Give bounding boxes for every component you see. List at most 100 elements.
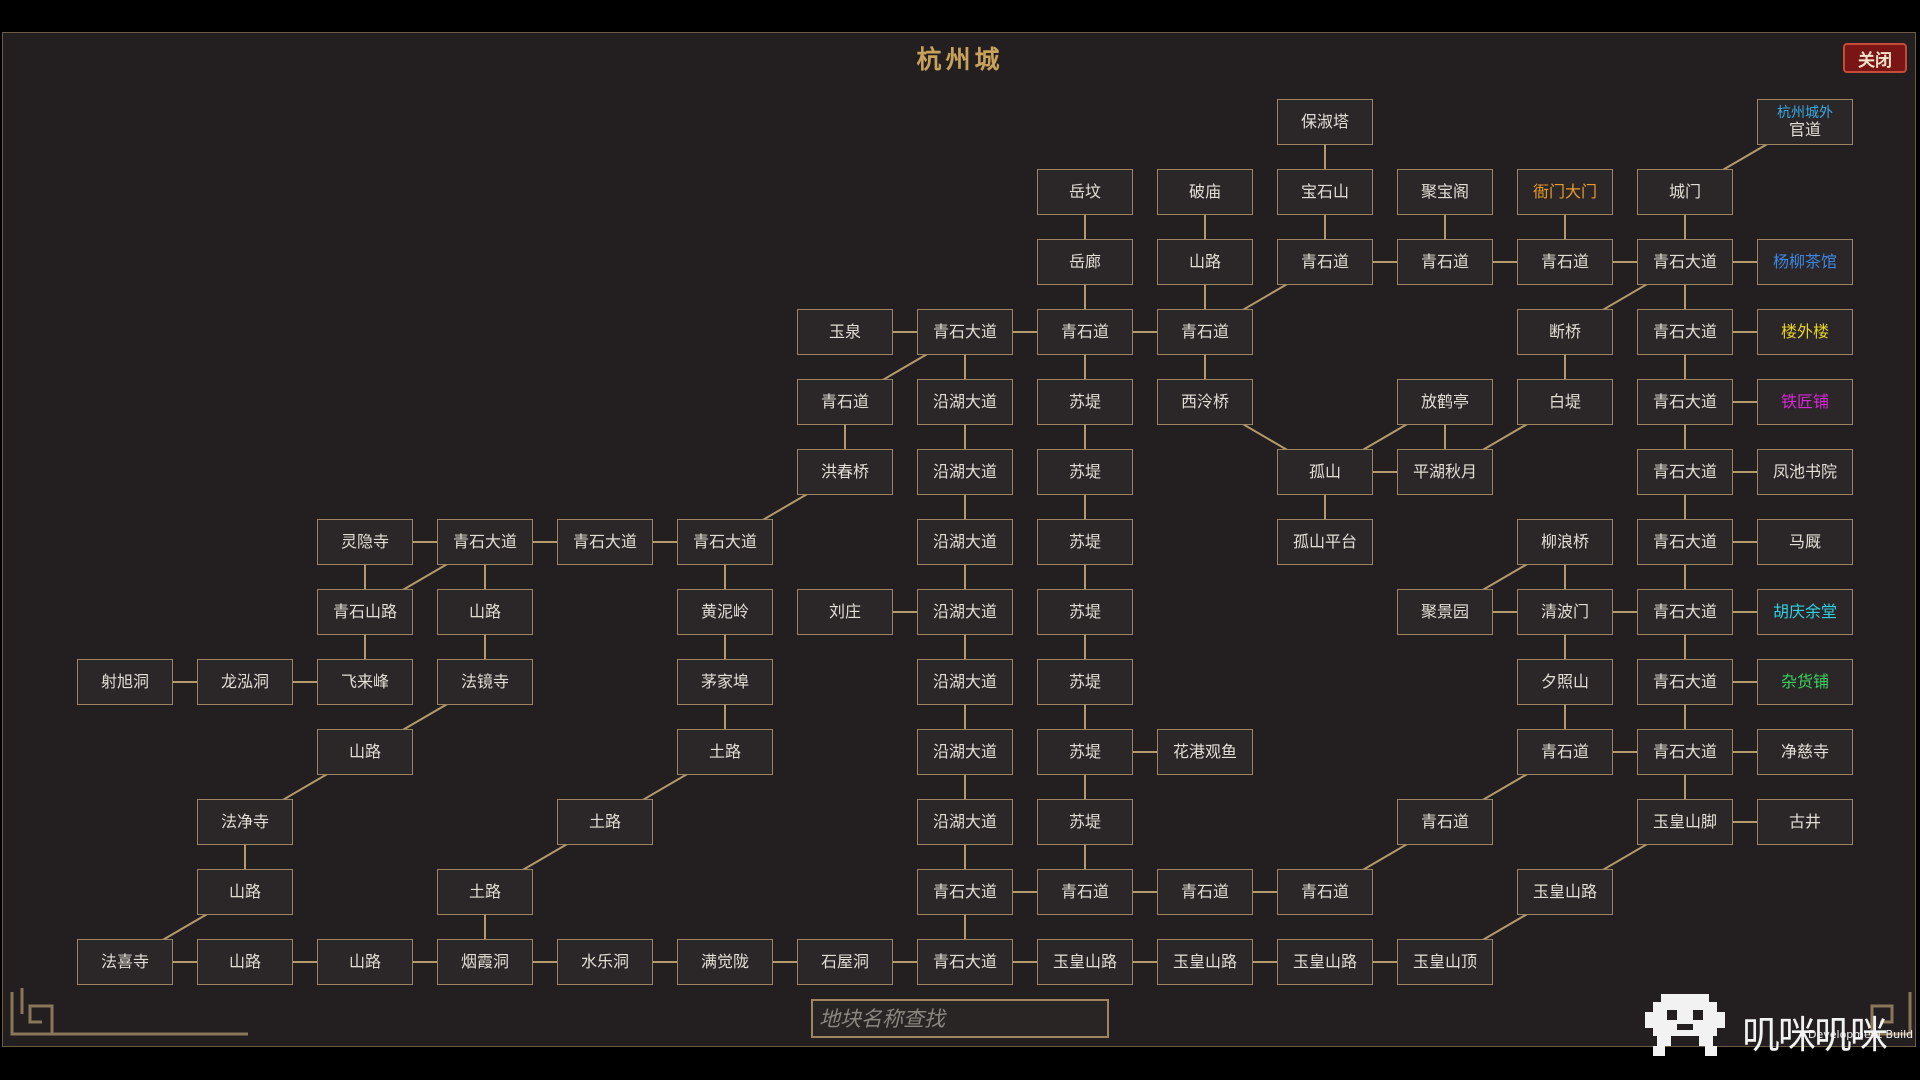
map-node-huagang[interactable]: 花港观鱼 [1157,729,1253,775]
map-node-yhsl_d[interactable]: 玉皇山路 [1277,939,1373,985]
map-node-tulu_a[interactable]: 土路 [677,729,773,775]
map-node-yhsl_c[interactable]: 玉皇山路 [1157,939,1253,985]
map-node-zahuo[interactable]: 杂货铺 [1757,659,1853,705]
map-node-fajing[interactable]: 法镜寺 [437,659,533,705]
map-node-yangliu[interactable]: 杨柳茶馆 [1757,239,1853,285]
map-node-yamendamen[interactable]: 衙门大门 [1517,169,1613,215]
map-node-sudi_b[interactable]: 苏堤 [1037,449,1133,495]
map-node-qsdd_j[interactable]: 青石大道 [1637,589,1733,635]
map-node-liulang[interactable]: 柳浪桥 [1517,519,1613,565]
map-node-baoshishan[interactable]: 宝石山 [1277,169,1373,215]
map-node-sudi_g[interactable]: 苏堤 [1037,799,1133,845]
map-node-yhdd_g[interactable]: 沿湖大道 [917,799,1013,845]
map-node-pinghu[interactable]: 平湖秋月 [1397,449,1493,495]
map-node-lingyin[interactable]: 灵隐寺 [317,519,413,565]
close-button[interactable]: 关闭 [1843,43,1907,73]
map-node-shanlu_d[interactable]: 山路 [197,869,293,915]
map-node-yhdd_a[interactable]: 沿湖大道 [917,379,1013,425]
map-node-yhdd_f[interactable]: 沿湖大道 [917,729,1013,775]
map-node-jujingyuan[interactable]: 聚景园 [1397,589,1493,635]
map-node-shanlu_f[interactable]: 山路 [317,939,413,985]
map-node-longhong[interactable]: 龙泓洞 [197,659,293,705]
map-node-qsdd_m[interactable]: 青石大道 [917,869,1013,915]
map-node-tulu_c[interactable]: 土路 [437,869,533,915]
map-node-qsdd_h[interactable]: 青石大道 [677,519,773,565]
map-node-yhdd_d[interactable]: 沿湖大道 [917,589,1013,635]
map-node-qsd_k[interactable]: 青石道 [1277,869,1373,915]
map-node-qsdd_k[interactable]: 青石大道 [1637,659,1733,705]
map-node-xilingqiao[interactable]: 西泠桥 [1157,379,1253,425]
map-node-fengchi[interactable]: 凤池书院 [1757,449,1853,495]
map-node-hzcw[interactable]: 杭州城外 官道 [1757,99,1853,145]
map-node-qsd_e[interactable]: 青石道 [1157,309,1253,355]
map-node-feilai[interactable]: 飞来峰 [317,659,413,705]
map-node-tulu_b[interactable]: 土路 [557,799,653,845]
map-node-qsd_c[interactable]: 青石道 [1517,239,1613,285]
map-node-baidi[interactable]: 白堤 [1517,379,1613,425]
map-node-shuile[interactable]: 水乐洞 [557,939,653,985]
map-node-yhsl_b[interactable]: 玉皇山路 [1037,939,1133,985]
map-node-qsdd_d[interactable]: 青石大道 [1637,379,1733,425]
map-node-qsdd_c[interactable]: 青石大道 [1637,309,1733,355]
map-node-qsd_d[interactable]: 青石道 [1037,309,1133,355]
map-node-gushan[interactable]: 孤山 [1277,449,1373,495]
map-node-sudi_c[interactable]: 苏堤 [1037,519,1133,565]
map-node-qsd_g[interactable]: 青石道 [1517,729,1613,775]
map-node-shanlu_c[interactable]: 山路 [317,729,413,775]
map-node-qsd_a[interactable]: 青石道 [1277,239,1373,285]
map-node-pomiao[interactable]: 破庙 [1157,169,1253,215]
map-node-fajingsi2[interactable]: 法净寺 [197,799,293,845]
map-node-sudi_a[interactable]: 苏堤 [1037,379,1133,425]
map-node-yanxia[interactable]: 烟霞洞 [437,939,533,985]
map-node-xizhao[interactable]: 夕照山 [1517,659,1613,705]
map-node-maojiabu[interactable]: 茅家埠 [677,659,773,705]
map-node-qsdd_b[interactable]: 青石大道 [917,309,1013,355]
map-node-sudi_f[interactable]: 苏堤 [1037,729,1133,775]
map-node-gujing[interactable]: 古井 [1757,799,1853,845]
map-node-shanlu_e[interactable]: 山路 [197,939,293,985]
map-node-qsd_j[interactable]: 青石道 [1157,869,1253,915]
map-node-qsd_b[interactable]: 青石道 [1397,239,1493,285]
map-node-shanlu_a[interactable]: 山路 [1157,239,1253,285]
map-node-liuzhuang[interactable]: 刘庄 [797,589,893,635]
map-node-huqingyu[interactable]: 胡庆余堂 [1757,589,1853,635]
map-node-qingbomen[interactable]: 清波门 [1517,589,1613,635]
map-node-qsdd_i[interactable]: 青石大道 [1637,519,1733,565]
map-node-qsdd_e[interactable]: 青石大道 [1637,449,1733,495]
map-node-gushanpt[interactable]: 孤山平台 [1277,519,1373,565]
map-node-yuquan[interactable]: 玉泉 [797,309,893,355]
map-node-qsdd_a[interactable]: 青石大道 [1637,239,1733,285]
map-node-qsd_i[interactable]: 青石道 [1037,869,1133,915]
location-search-input[interactable] [811,999,1109,1038]
map-node-qsdd_g[interactable]: 青石大道 [557,519,653,565]
map-node-tiejiang[interactable]: 铁匠铺 [1757,379,1853,425]
map-node-yhdd_c[interactable]: 沿湖大道 [917,519,1013,565]
map-node-chengmen[interactable]: 城门 [1637,169,1733,215]
map-node-sudi_e[interactable]: 苏堤 [1037,659,1133,705]
map-node-shexu[interactable]: 射旭洞 [77,659,173,705]
map-node-shiwu[interactable]: 石屋洞 [797,939,893,985]
map-node-manjue[interactable]: 满觉陇 [677,939,773,985]
map-node-baoshuta[interactable]: 保淑塔 [1277,99,1373,145]
map-node-qsd_h[interactable]: 青石道 [1397,799,1493,845]
map-node-shanlu_b[interactable]: 山路 [437,589,533,635]
map-node-jubaoge[interactable]: 聚宝阁 [1397,169,1493,215]
map-node-yhsd[interactable]: 玉皇山顶 [1397,939,1493,985]
map-node-yuefen[interactable]: 岳坟 [1037,169,1133,215]
map-node-faxi[interactable]: 法喜寺 [77,939,173,985]
map-node-qsdd_l[interactable]: 青石大道 [1637,729,1733,775]
map-node-louwailou[interactable]: 楼外楼 [1757,309,1853,355]
map-node-yhdd_e[interactable]: 沿湖大道 [917,659,1013,705]
map-node-yhdd_b[interactable]: 沿湖大道 [917,449,1013,495]
map-node-duanqiao[interactable]: 断桥 [1517,309,1613,355]
map-node-hongchun[interactable]: 洪春桥 [797,449,893,495]
map-node-qsd_f[interactable]: 青石道 [797,379,893,425]
map-node-qssl[interactable]: 青石山路 [317,589,413,635]
map-node-yhsl_a[interactable]: 玉皇山路 [1517,869,1613,915]
map-node-majiu[interactable]: 马厩 [1757,519,1853,565]
map-node-huangniling[interactable]: 黄泥岭 [677,589,773,635]
map-node-sudi_d[interactable]: 苏堤 [1037,589,1133,635]
map-node-jingci[interactable]: 净慈寺 [1757,729,1853,775]
map-node-qsdd_n[interactable]: 青石大道 [917,939,1013,985]
map-node-yhsj[interactable]: 玉皇山脚 [1637,799,1733,845]
